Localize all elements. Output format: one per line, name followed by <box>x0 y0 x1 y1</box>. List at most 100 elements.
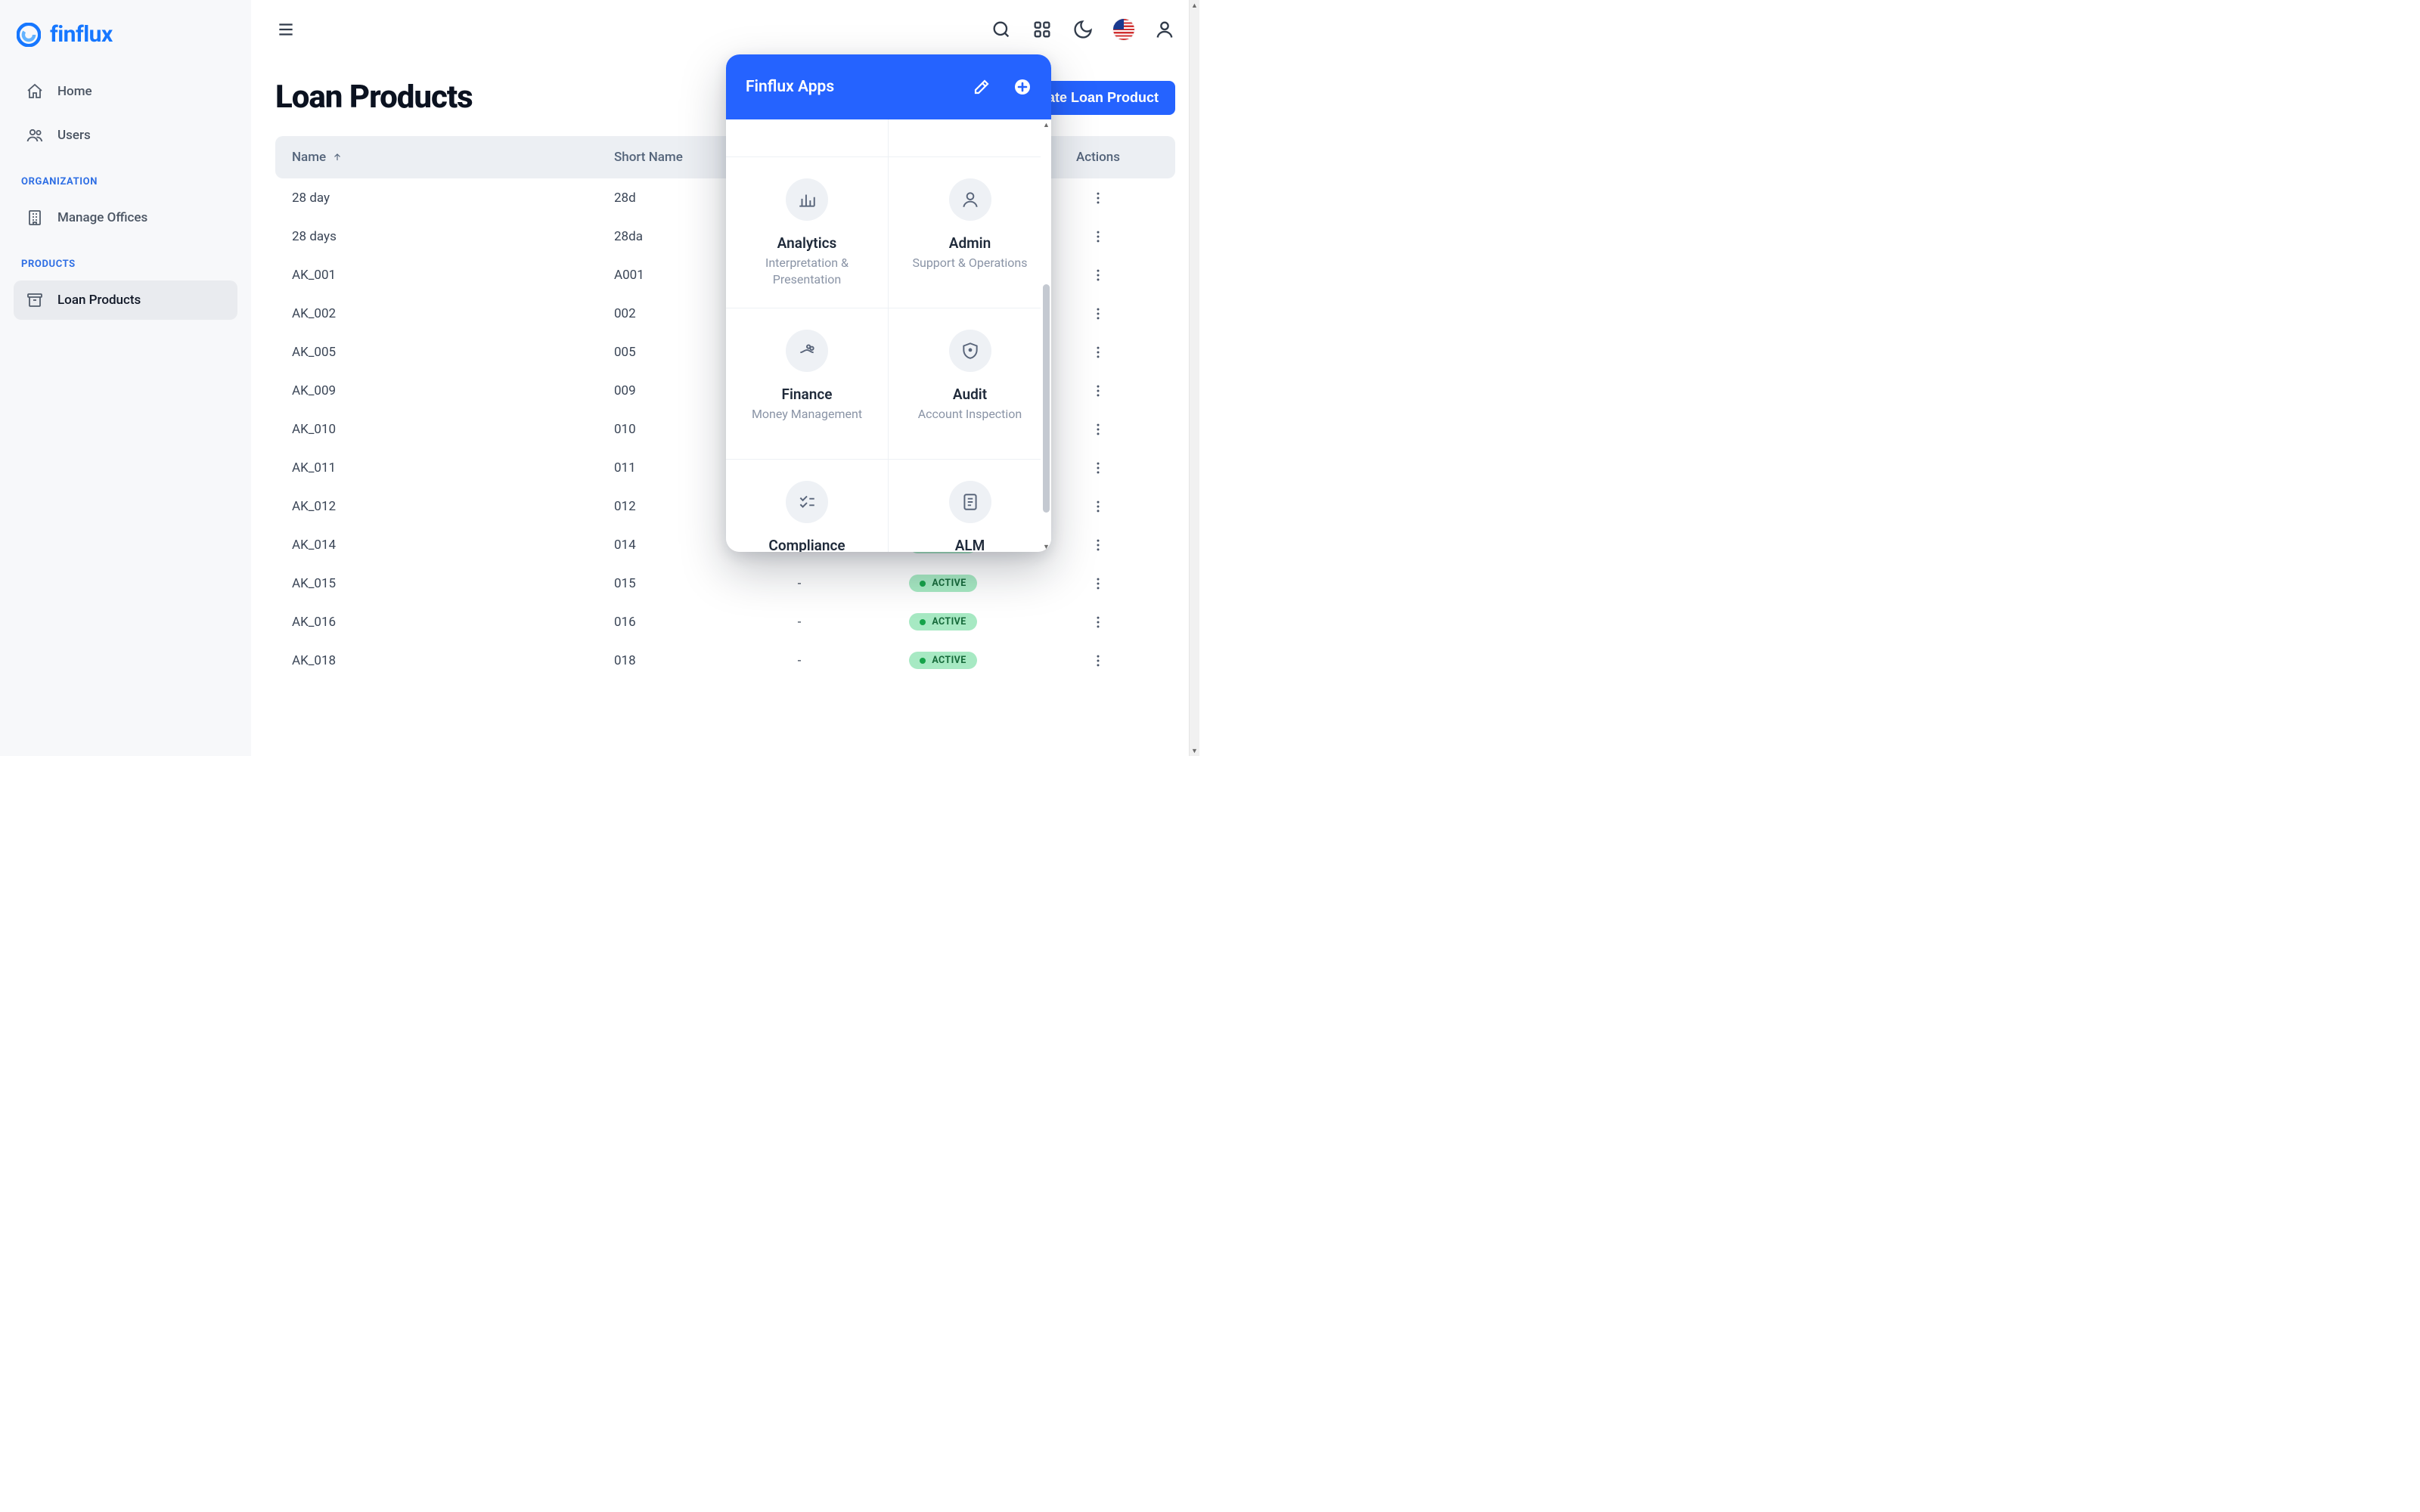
app-card-name: Audit <box>953 386 987 403</box>
more-actions-icon[interactable] <box>1091 653 1106 668</box>
search-icon[interactable] <box>991 19 1012 40</box>
status-badge: ACTIVE <box>909 575 976 592</box>
row-actions <box>1038 460 1159 476</box>
row-actions <box>1038 615 1159 630</box>
add-app-icon[interactable] <box>1013 78 1032 96</box>
scroll-down-icon[interactable]: ▼ <box>1190 745 1199 756</box>
edit-apps-icon[interactable] <box>973 78 991 96</box>
row-actions <box>1038 653 1159 668</box>
app-card-finance[interactable]: Finance Money Management <box>726 308 889 460</box>
status-dot-icon <box>920 581 926 587</box>
cell-status: ACTIVE <box>849 575 1038 592</box>
scroll-up-icon[interactable]: ▲ <box>1041 119 1051 130</box>
profile-icon[interactable] <box>1154 19 1175 40</box>
more-actions-icon[interactable] <box>1091 576 1106 591</box>
column-header-label: Name <box>292 150 326 165</box>
more-actions-icon[interactable] <box>1091 268 1106 283</box>
sidebar-item-label: Loan Products <box>57 293 141 308</box>
brand-mark-icon <box>17 23 41 47</box>
more-actions-icon[interactable] <box>1091 460 1106 476</box>
column-header-actions: Actions <box>1038 150 1159 165</box>
table-row[interactable]: AK_016016- ACTIVE <box>275 603 1175 641</box>
app-card-expand-improve[interactable]: Expand & Improve <box>889 119 1051 157</box>
app-card-name: Admin <box>949 234 991 252</box>
cell-closed-date: - <box>750 615 849 630</box>
cell-name: AK_016 <box>292 615 614 630</box>
cell-closed-date: - <box>750 653 849 668</box>
menu-toggle-icon[interactable] <box>275 19 296 40</box>
users-icon <box>26 126 44 144</box>
more-actions-icon[interactable] <box>1091 422 1106 437</box>
row-actions <box>1038 576 1159 591</box>
apps-popup-body[interactable]: MaintenanceExpand & Improve Analytics Inte… <box>726 119 1051 552</box>
sidebar-section-products: PRODUCTS <box>14 242 237 276</box>
more-actions-icon[interactable] <box>1091 306 1106 321</box>
sidebar: finflux Home Users ORGANIZATION Manage O… <box>0 0 251 756</box>
office-icon <box>26 209 44 227</box>
app-card-alm[interactable]: ALM <box>889 460 1051 552</box>
app-card-maintenance[interactable]: Maintenance <box>726 119 889 157</box>
app-card-name: ALM <box>955 537 985 552</box>
app-card-sub: Money Management <box>752 406 862 423</box>
more-actions-icon[interactable] <box>1091 345 1106 360</box>
brand-name: finflux <box>50 21 113 48</box>
apps-popup-scrollbar[interactable]: ▲ ▼ <box>1041 119 1051 552</box>
row-actions <box>1038 345 1159 360</box>
apps-popup-header: Finflux Apps <box>726 54 1051 119</box>
app-card-name: Compliance <box>768 537 845 552</box>
sidebar-item-manage-offices[interactable]: Manage Offices <box>14 198 237 237</box>
app-card-sub: Support & Operations <box>913 255 1028 271</box>
column-header-name[interactable]: Name <box>292 150 614 165</box>
scroll-thumb[interactable] <box>1043 284 1050 513</box>
cell-name: AK_012 <box>292 499 614 514</box>
more-actions-icon[interactable] <box>1091 229 1106 244</box>
more-actions-icon[interactable] <box>1091 615 1106 630</box>
status-dot-icon <box>920 658 926 664</box>
topbar <box>275 0 1175 59</box>
row-actions <box>1038 383 1159 398</box>
table-row[interactable]: AK_018018-ACTIVE <box>275 641 1175 680</box>
status-dot-icon <box>920 619 926 625</box>
app-card-analytics[interactable]: Analytics Interpretation & Presentation <box>726 157 889 308</box>
row-actions <box>1038 422 1159 437</box>
cell-short-name: 015 <box>614 576 750 591</box>
more-actions-icon[interactable] <box>1091 191 1106 206</box>
main-content: Loan Products + Create Loan Product Name… <box>251 0 1199 756</box>
status-badge: ACTIVE <box>909 613 976 631</box>
column-header-label: Actions <box>1076 150 1120 165</box>
cell-name: AK_002 <box>292 306 614 321</box>
app-card-name: Analytics <box>777 234 837 252</box>
home-icon <box>26 82 44 101</box>
apps-grid-icon[interactable] <box>1032 19 1053 40</box>
row-actions <box>1038 229 1159 244</box>
more-actions-icon[interactable] <box>1091 538 1106 553</box>
app-card-compliance[interactable]: Compliance <box>726 460 889 552</box>
sidebar-item-label: Manage Offices <box>57 210 147 225</box>
cell-status: ACTIVE <box>849 613 1038 631</box>
cell-name: 28 days <box>292 229 614 244</box>
cell-closed-date: - <box>750 576 849 591</box>
app-card-admin[interactable]: Admin Support & Operations <box>889 157 1051 308</box>
dark-mode-icon[interactable] <box>1072 19 1094 40</box>
cell-name: AK_005 <box>292 345 614 360</box>
more-actions-icon[interactable] <box>1091 499 1106 514</box>
row-actions <box>1038 538 1159 553</box>
table-row[interactable]: AK_015015-ACTIVE <box>275 564 1175 603</box>
scroll-up-icon[interactable]: ▲ <box>1190 0 1199 11</box>
brand-logo[interactable]: finflux <box>14 21 237 48</box>
app-card-sub: Account Inspection <box>918 406 1022 423</box>
cell-short-name: 016 <box>614 615 750 630</box>
scroll-down-icon[interactable]: ▼ <box>1041 541 1051 552</box>
sidebar-item-users[interactable]: Users <box>14 116 237 155</box>
more-actions-icon[interactable] <box>1091 383 1106 398</box>
cell-name: 28 day <box>292 191 614 206</box>
browser-scrollbar[interactable]: ▲ ▼ <box>1189 0 1199 756</box>
app-card-sub: Interpretation & Presentation <box>740 255 874 287</box>
analytics-icon <box>786 178 828 221</box>
row-actions <box>1038 191 1159 206</box>
app-card-name: Finance <box>782 386 833 403</box>
sidebar-item-loan-products[interactable]: Loan Products <box>14 280 237 320</box>
locale-flag-us-icon[interactable] <box>1113 19 1134 40</box>
app-card-audit[interactable]: Audit Account Inspection <box>889 308 1051 460</box>
sidebar-item-home[interactable]: Home <box>14 72 237 111</box>
